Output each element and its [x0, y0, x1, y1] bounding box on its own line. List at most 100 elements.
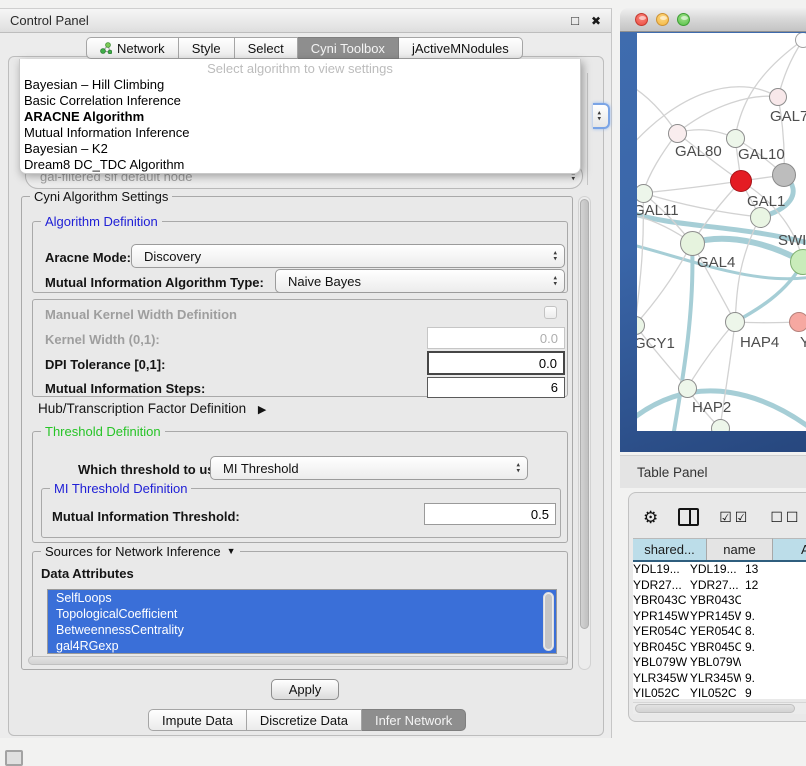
tab-style[interactable]: Style [179, 37, 235, 59]
network-node-swi4[interactable] [750, 207, 771, 228]
table-row[interactable]: YBL079WYBL079W [633, 655, 806, 671]
network-node-gal80[interactable] [668, 124, 687, 143]
table-cell: YBR043C [633, 593, 690, 609]
column-header-A[interactable]: A [773, 538, 806, 560]
settings-vertical-scrollbar[interactable] [578, 196, 591, 670]
table-cell: YBL079W [633, 655, 690, 671]
split-columns-icon[interactable] [678, 508, 699, 526]
network-canvas[interactable]: GAL7GAL80GAL10GAL1GAL11SWI4GAL4GCY1HAP4Y… [637, 33, 806, 431]
network-node-hap4[interactable] [725, 312, 745, 332]
apply-button[interactable]: Apply [271, 679, 339, 700]
network-node-gal11[interactable] [637, 184, 653, 203]
table-row[interactable]: YDL19...YDL19...13 [633, 562, 806, 578]
table-cell: YBR045C [633, 640, 690, 656]
table-row[interactable]: YER054CYER054C8. [633, 624, 806, 640]
table-row[interactable]: YBR043CYBR043C [633, 593, 806, 609]
tab-label: Discretize Data [260, 713, 348, 728]
attributes-vertical-scrollbar[interactable] [543, 592, 554, 651]
cyni-bottom-tabs: Impute Data Discretize Data Infer Network [148, 709, 466, 731]
network-node[interactable] [772, 163, 796, 187]
table-row[interactable]: YBR045CYBR045C9. [633, 640, 806, 656]
hub-definition-label: Hub/Transcription Factor Definition [38, 401, 246, 416]
algorithm-option[interactable]: Basic Correlation Inference [20, 93, 580, 109]
cyni-settings-legend: Cyni Algorithm Settings [30, 189, 172, 204]
column-header-shared...[interactable]: shared... [633, 538, 707, 560]
algorithm-option[interactable]: Bayesian – K2 [20, 141, 580, 157]
tab-label: Style [192, 41, 221, 56]
mi-type-label: Mutual Information Algorithm Type: [45, 275, 264, 290]
table-panel: ⚙ ☑☑ ☐☐ shared...nameA YDL19...YDL19...1… [628, 492, 806, 722]
kernel-parameters-group: Manual Kernel Width Definition Kernel Wi… [32, 299, 568, 397]
network-view-window: GAL7GAL80GAL10GAL1GAL11SWI4GAL4GCY1HAP4Y… [620, 8, 806, 452]
network-node-y[interactable] [789, 312, 806, 332]
algorithm-placeholder: Select algorithm to view settings [20, 60, 580, 77]
close-panel-icon[interactable]: ✖ [591, 15, 601, 27]
algorithm-option[interactable]: Mutual Information Inference [20, 125, 580, 141]
zoom-window-icon[interactable] [677, 13, 690, 26]
mi-threshold-field[interactable]: 0.5 [424, 503, 556, 525]
manual-kernel-checkbox[interactable] [544, 306, 557, 319]
table-cell: 9. [741, 609, 806, 625]
table-row[interactable]: YPR145WYPR145W9. [633, 609, 806, 625]
table-row[interactable]: YDR27...YDR27...12 [633, 578, 806, 594]
data-attribute-item[interactable]: BetweennessCentrality [48, 622, 556, 638]
table-horizontal-scrollbar[interactable] [633, 702, 806, 714]
collapsed-panel-icon[interactable] [5, 750, 23, 766]
network-node[interactable] [795, 33, 806, 48]
hub-definition-expander[interactable]: Hub/Transcription Factor Definition ▶ [38, 401, 266, 416]
tab-cyni-toolbox[interactable]: Cyni Toolbox [298, 37, 399, 59]
data-attribute-item[interactable]: gal4RGexp [48, 638, 556, 654]
which-threshold-combobox[interactable]: MI Threshold ▴▾ [210, 456, 528, 480]
table-cell: 13 [741, 562, 806, 578]
table-panel-title: Table Panel [637, 465, 708, 480]
network-node-gal10[interactable] [726, 129, 745, 148]
table-row[interactable]: YLR345WYLR345W9. [633, 671, 806, 687]
algorithm-option[interactable]: Bayesian – Hill Climbing [20, 77, 580, 93]
aracne-mode-label: Aracne Mode: [45, 250, 131, 265]
network-graph-icon [100, 42, 112, 54]
algorithm-definition-legend: Algorithm Definition [41, 214, 162, 229]
table-cell: 8. [741, 624, 806, 640]
aracne-mode-combobox[interactable]: Discovery ▴▾ [131, 244, 565, 268]
mi-steps-field[interactable]: 6 [427, 377, 565, 398]
tab-label: jActiveMNodules [412, 41, 509, 56]
network-node-gal7[interactable] [769, 88, 787, 106]
algorithm-option[interactable]: ARACNE Algorithm [20, 109, 580, 125]
network-node-gal1[interactable] [730, 170, 752, 192]
combo-arrows-icon: ▴▾ [597, 111, 601, 122]
settings-gear-icon[interactable]: ⚙ [643, 509, 658, 526]
network-window-titlebar[interactable] [620, 8, 806, 32]
network-node[interactable] [711, 419, 730, 432]
settings-horizontal-scrollbar[interactable] [28, 656, 568, 665]
cyni-algorithm-settings-group: Cyni Algorithm Settings Algorithm Defini… [21, 196, 573, 670]
table-toolbar: ⚙ ☑☑ ☐☐ [643, 501, 806, 533]
deselect-all-columns-icon[interactable]: ☐☐ [770, 510, 801, 524]
column-header-name[interactable]: name [707, 538, 773, 560]
float-window-icon[interactable]: □ [571, 14, 579, 27]
mi-algorithm-type-combobox[interactable]: Naive Bayes ▴▾ [275, 269, 565, 293]
control-panel-title: Control Panel [10, 13, 89, 28]
table-row[interactable]: YIL052CYIL052C9 [633, 686, 806, 699]
table-cell: YBL079W [690, 655, 741, 671]
data-attribute-item[interactable]: TopologicalCoefficient [48, 606, 556, 622]
tab-jactivemnodules[interactable]: jActiveMNodules [399, 37, 523, 59]
tab-impute-data[interactable]: Impute Data [148, 709, 247, 731]
data-attribute-item[interactable]: SelfLoops [48, 590, 556, 606]
dpi-tolerance-field[interactable]: 0.0 [427, 351, 565, 375]
network-node-hap2[interactable] [678, 379, 697, 398]
algorithm-option[interactable]: Dream8 DC_TDC Algorithm [20, 157, 580, 173]
tab-discretize-data[interactable]: Discretize Data [247, 709, 362, 731]
focused-combobox-fragment[interactable]: ▴▾ [593, 103, 610, 129]
select-all-columns-icon[interactable]: ☑☑ [719, 510, 750, 524]
network-node-gal4[interactable] [680, 231, 705, 256]
close-window-icon[interactable] [635, 13, 648, 26]
network-window-frame: GAL7GAL80GAL10GAL1GAL11SWI4GAL4GCY1HAP4Y… [620, 32, 806, 452]
sources-legend[interactable]: Sources for Network Inference ▼ [41, 544, 240, 559]
kernel-width-field[interactable]: 0.0 [427, 327, 565, 349]
cyni-toolbox-panel: ▴▾ gal-filtered sif default node ▴▾ Sele… [8, 56, 604, 736]
tab-infer-network[interactable]: Infer Network [362, 709, 466, 731]
tab-network[interactable]: Network [86, 37, 179, 59]
tab-select[interactable]: Select [235, 37, 298, 59]
mi-threshold-group: MI Threshold Definition Mutual Informati… [41, 488, 561, 538]
minimize-window-icon[interactable] [656, 13, 669, 26]
